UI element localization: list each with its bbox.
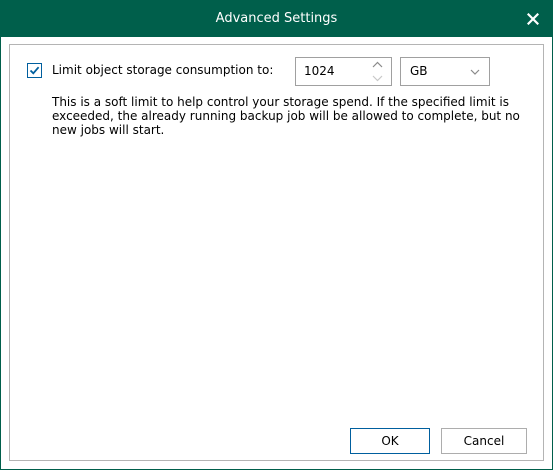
limit-storage-label[interactable]: Limit object storage consumption to:	[52, 62, 273, 79]
spin-up-button[interactable]	[364, 58, 391, 71]
cancel-button[interactable]: Cancel	[441, 428, 527, 454]
title-bar: Advanced Settings	[1, 1, 552, 37]
checkmark-icon	[29, 66, 40, 75]
limit-description: This is a soft limit to help control you…	[52, 95, 520, 137]
ok-button[interactable]: OK	[350, 428, 430, 454]
storage-unit-select[interactable]: GB	[400, 57, 490, 86]
advanced-settings-dialog: Advanced Settings Limit object storage c…	[0, 0, 553, 470]
close-button[interactable]	[520, 7, 546, 31]
dialog-title: Advanced Settings	[215, 11, 338, 26]
chevron-down-icon	[372, 75, 383, 82]
settings-panel: Limit object storage consumption to: 102…	[9, 44, 544, 461]
chevron-up-icon	[372, 61, 383, 68]
storage-limit-input[interactable]: 1024	[304, 58, 335, 85]
close-icon	[527, 13, 539, 25]
spin-down-button[interactable]	[364, 72, 391, 85]
chevron-down-icon	[470, 69, 480, 75]
storage-limit-stepper[interactable]: 1024	[295, 57, 392, 86]
storage-unit-value: GB	[410, 64, 428, 78]
limit-storage-checkbox[interactable]	[27, 63, 42, 78]
